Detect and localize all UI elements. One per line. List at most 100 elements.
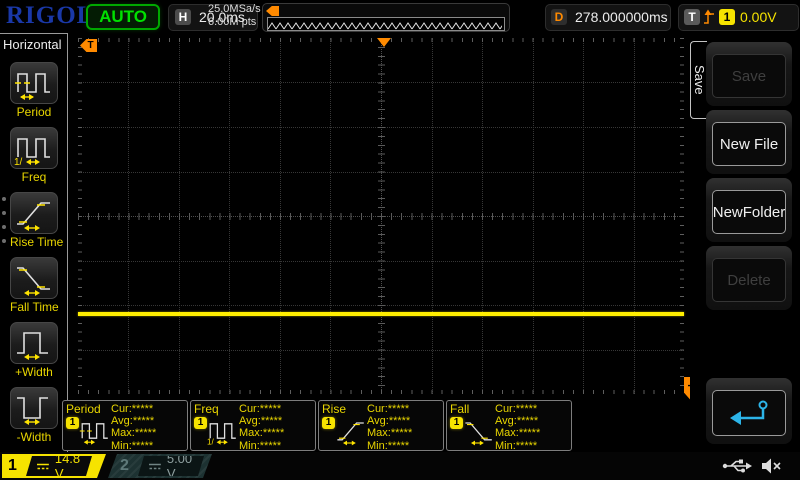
trigger-position-marker-icon [377, 38, 391, 47]
stat-value: ***** [387, 439, 410, 452]
trigger-source-badge: 1 [719, 9, 735, 25]
measurement-stats: Cur:***** Avg:***** Max:***** Min:***** [495, 403, 540, 452]
channel-2-number: 2 [120, 457, 129, 474]
measure-item-label: +Width [15, 365, 53, 379]
stat-value: ***** [259, 403, 282, 415]
softkey-menu-panel: Save Save New File NewFolder Delete [690, 33, 800, 452]
channel-1-number: 1 [8, 457, 17, 474]
measurement-readout-period: Period 1 Cur:***** Avg:***** Max:***** M… [62, 400, 188, 453]
stat-value: ***** [259, 439, 282, 452]
waveform-display-area [78, 38, 684, 394]
measurement-readout-rise: Rise 1 Cur:***** Avg:***** Max:***** Min… [318, 400, 444, 453]
trigger-slope-icon [703, 9, 715, 31]
stat-label: Max: [495, 427, 519, 440]
trigger-level-value: 0.00V [740, 9, 777, 25]
run-state-indicator: AUTO [86, 4, 160, 30]
measurement-stats: Cur:***** Avg:***** Max:***** Min:***** [367, 403, 412, 452]
measure-item-label: Period [16, 105, 52, 119]
stat-label: Avg: [495, 415, 517, 428]
stat-label: Min: [111, 439, 132, 452]
oscilloscope-screen: RIGOL AUTO H 20.0ms 25.0MSa/s 6.00M pts [0, 0, 800, 480]
rise-time-icon [10, 192, 58, 234]
plus-width-icon [10, 322, 58, 364]
rise-time-icon [335, 414, 367, 453]
fall-time-icon [10, 257, 58, 299]
stat-value: ***** [515, 403, 538, 415]
freq-icon: 1/ [10, 127, 58, 169]
measurement-readout-freq: Freq 1 1/ Cur:***** Avg:***** Max:***** … [190, 400, 316, 453]
measure-item-label: -Width [16, 430, 52, 444]
save-button[interactable]: Save [712, 54, 786, 98]
stat-value: ***** [131, 403, 154, 415]
measurement-source-badge: 1 [66, 417, 79, 429]
acquisition-info: 25.0MSa/s 6.00M pts [208, 3, 261, 29]
stat-label: Avg: [367, 415, 389, 428]
freq-icon: 1/ [207, 414, 239, 453]
measurement-stats: Cur:***** Avg:***** Max:***** Min:***** [111, 403, 156, 452]
measurement-source-badge: 1 [194, 417, 207, 429]
channel-1-tab[interactable]: 1 14.8 V [2, 454, 106, 478]
stat-label: Cur: [239, 403, 260, 415]
dc-coupling-icon [36, 462, 50, 471]
measure-item-freq[interactable]: 1/ Freq [10, 127, 58, 184]
measurement-source-badge: 1 [450, 417, 463, 429]
svg-text:1/: 1/ [14, 157, 23, 166]
delay-badge: D [551, 9, 567, 25]
return-button[interactable] [712, 390, 786, 436]
stat-label: Avg: [111, 415, 133, 428]
new-file-button[interactable]: New File [712, 122, 786, 166]
measure-item-plus-width[interactable]: +Width [10, 322, 58, 379]
delay-value: 278.000000ms [575, 9, 668, 25]
stat-value: ***** [260, 415, 283, 428]
preview-trigger-arrow-icon [266, 6, 279, 16]
rigol-logo: RIGOL [6, 2, 95, 29]
stat-label: Cur: [367, 403, 388, 415]
stat-value: ***** [516, 415, 539, 428]
stat-label: Avg: [239, 415, 261, 428]
menu-tab-save: Save [690, 41, 707, 119]
waveform-memory-preview [262, 3, 510, 32]
stat-value: ***** [515, 439, 538, 452]
measure-menu-panel: Horizontal Period 1/ Freq Rise Time Fall… [0, 33, 68, 452]
measurement-readout-fall: Fall 1 Cur:***** Avg:***** Max:***** Min… [446, 400, 572, 452]
measure-item-label: Rise Time [10, 235, 64, 249]
period-icon [10, 62, 58, 104]
svg-text:1/: 1/ [207, 438, 214, 447]
stat-label: Cur: [111, 403, 132, 415]
new-folder-button[interactable]: NewFolder [712, 190, 786, 234]
stat-label: Cur: [495, 403, 516, 415]
speaker-muted-icon [762, 458, 781, 474]
delete-button[interactable]: Delete [712, 258, 786, 302]
return-arrow-icon [730, 400, 768, 425]
channel-1-scale: 14.8 V [54, 451, 81, 480]
stat-value: ***** [132, 415, 155, 428]
ch1-trace [78, 312, 684, 316]
menu-scroll-indicator [2, 197, 6, 253]
trigger-readout-box: T 1 0.00V [678, 4, 799, 31]
period-icon [79, 414, 111, 453]
measure-item-minus-width[interactable]: -Width [10, 387, 58, 444]
measure-item-fall-time[interactable]: Fall Time [10, 257, 59, 314]
softkey-cell: New File [706, 110, 792, 174]
measure-item-period[interactable]: Period [10, 62, 58, 119]
horizontal-badge: H [175, 9, 191, 25]
minus-width-icon [10, 387, 58, 429]
stat-label: Max: [367, 427, 391, 440]
channel-status-bar: 1 14.8 V 2 5.00 V [0, 452, 800, 480]
stat-label: Max: [239, 427, 263, 440]
stat-value: ***** [387, 403, 410, 415]
measure-item-rise-time[interactable]: Rise Time [10, 192, 64, 249]
stat-label: Min: [239, 439, 260, 452]
stat-value: ***** [131, 439, 154, 452]
channel-2-tab[interactable]: 2 5.00 V [108, 454, 212, 478]
usb-icon [722, 459, 752, 473]
measure-item-label: Fall Time [10, 300, 59, 314]
preview-waveform-strip [267, 17, 505, 31]
channel-2-scale: 5.00 V [166, 451, 193, 480]
sine-preview-icon [268, 21, 502, 31]
stat-value: ***** [518, 427, 541, 440]
measure-menu-title: Horizontal [3, 37, 62, 52]
stat-value: ***** [262, 427, 285, 440]
measure-item-label: Freq [21, 170, 47, 184]
measurement-source-badge: 1 [322, 417, 335, 429]
